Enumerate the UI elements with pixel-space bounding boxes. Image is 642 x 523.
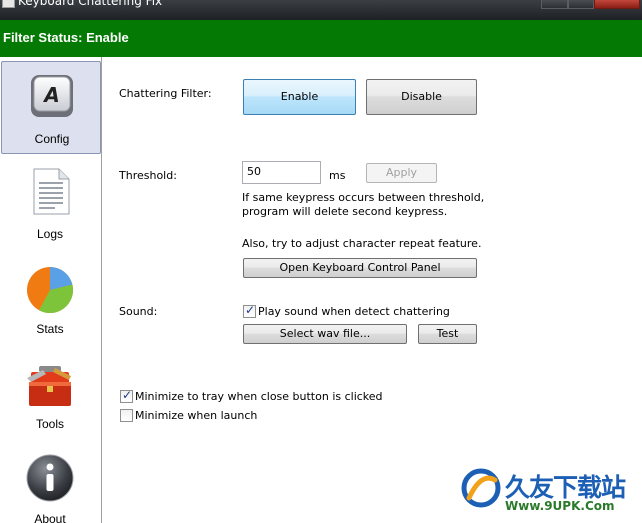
chattering-filter-label: Chattering Filter: <box>119 87 212 100</box>
minimize-tray-label: Minimize to tray when close button is cl… <box>135 390 383 403</box>
disable-button[interactable]: Disable <box>366 79 477 115</box>
threshold-input[interactable]: 50 <box>242 161 321 184</box>
app-icon <box>2 0 15 8</box>
config-panel: Chattering Filter: Enable Disable Thresh… <box>102 57 642 523</box>
sidebar-item-about[interactable]: About <box>0 441 101 523</box>
sound-label: Sound: <box>119 305 158 318</box>
window-title: Keyboard Chattering Fix <box>18 0 163 8</box>
minimize-launch-label: Minimize when launch <box>135 409 258 422</box>
sidebar-item-label: Tools <box>35 417 64 431</box>
watermark-logo-icon <box>461 468 501 508</box>
play-sound-checkbox[interactable]: ✓ <box>243 303 256 318</box>
sidebar-item-tools[interactable]: Tools <box>0 346 101 441</box>
toolbox-icon <box>27 366 71 406</box>
test-sound-button[interactable]: Test <box>418 324 477 344</box>
minimize-launch-checkbox[interactable] <box>120 409 133 422</box>
minimize-button[interactable] <box>541 0 568 9</box>
sidebar-item-label: Logs <box>36 227 64 241</box>
checkmark-icon: ✓ <box>122 388 133 402</box>
maximize-button[interactable] <box>568 0 594 9</box>
open-keyboard-control-panel-button[interactable]: Open Keyboard Control Panel <box>243 258 477 278</box>
sidebar: A Config Logs Stats Tools About <box>0 57 102 523</box>
select-wav-file-button[interactable]: Select wav file... <box>243 324 407 344</box>
play-sound-label: Play sound when detect chattering <box>258 305 450 318</box>
document-icon <box>33 168 70 215</box>
sidebar-item-label: About <box>34 512 66 523</box>
filter-status-bar: Filter Status: Enable <box>0 20 642 57</box>
watermark-url: Www.9UPK.Com <box>505 499 615 513</box>
pie-chart-icon <box>27 266 74 314</box>
minimize-tray-checkbox[interactable]: ✓ <box>120 388 133 403</box>
sidebar-item-label: Stats <box>36 322 64 336</box>
sidebar-item-logs[interactable]: Logs <box>0 156 101 251</box>
filter-status-text: Filter Status: Enable <box>3 30 129 45</box>
threshold-help-line1: If same keypress occurs between threshol… <box>242 191 485 204</box>
close-button[interactable] <box>594 0 640 9</box>
sidebar-item-config[interactable]: A Config <box>1 61 101 154</box>
sidebar-item-stats[interactable]: Stats <box>0 251 101 346</box>
threshold-label: Threshold: <box>119 169 177 182</box>
sidebar-item-label: Config <box>34 132 70 146</box>
enable-button[interactable]: Enable <box>243 79 356 115</box>
checkmark-icon: ✓ <box>245 303 256 317</box>
title-bar: Keyboard Chattering Fix <box>0 0 642 20</box>
repeat-feature-hint: Also, try to adjust character repeat fea… <box>242 237 482 250</box>
apply-button[interactable]: Apply <box>366 163 437 183</box>
threshold-help-line2: program will delete second keypress. <box>242 205 448 218</box>
keyboard-key-a-icon: A <box>31 75 73 117</box>
info-icon <box>26 454 74 502</box>
threshold-unit: ms <box>329 169 346 182</box>
svg-text:A: A <box>42 83 59 107</box>
